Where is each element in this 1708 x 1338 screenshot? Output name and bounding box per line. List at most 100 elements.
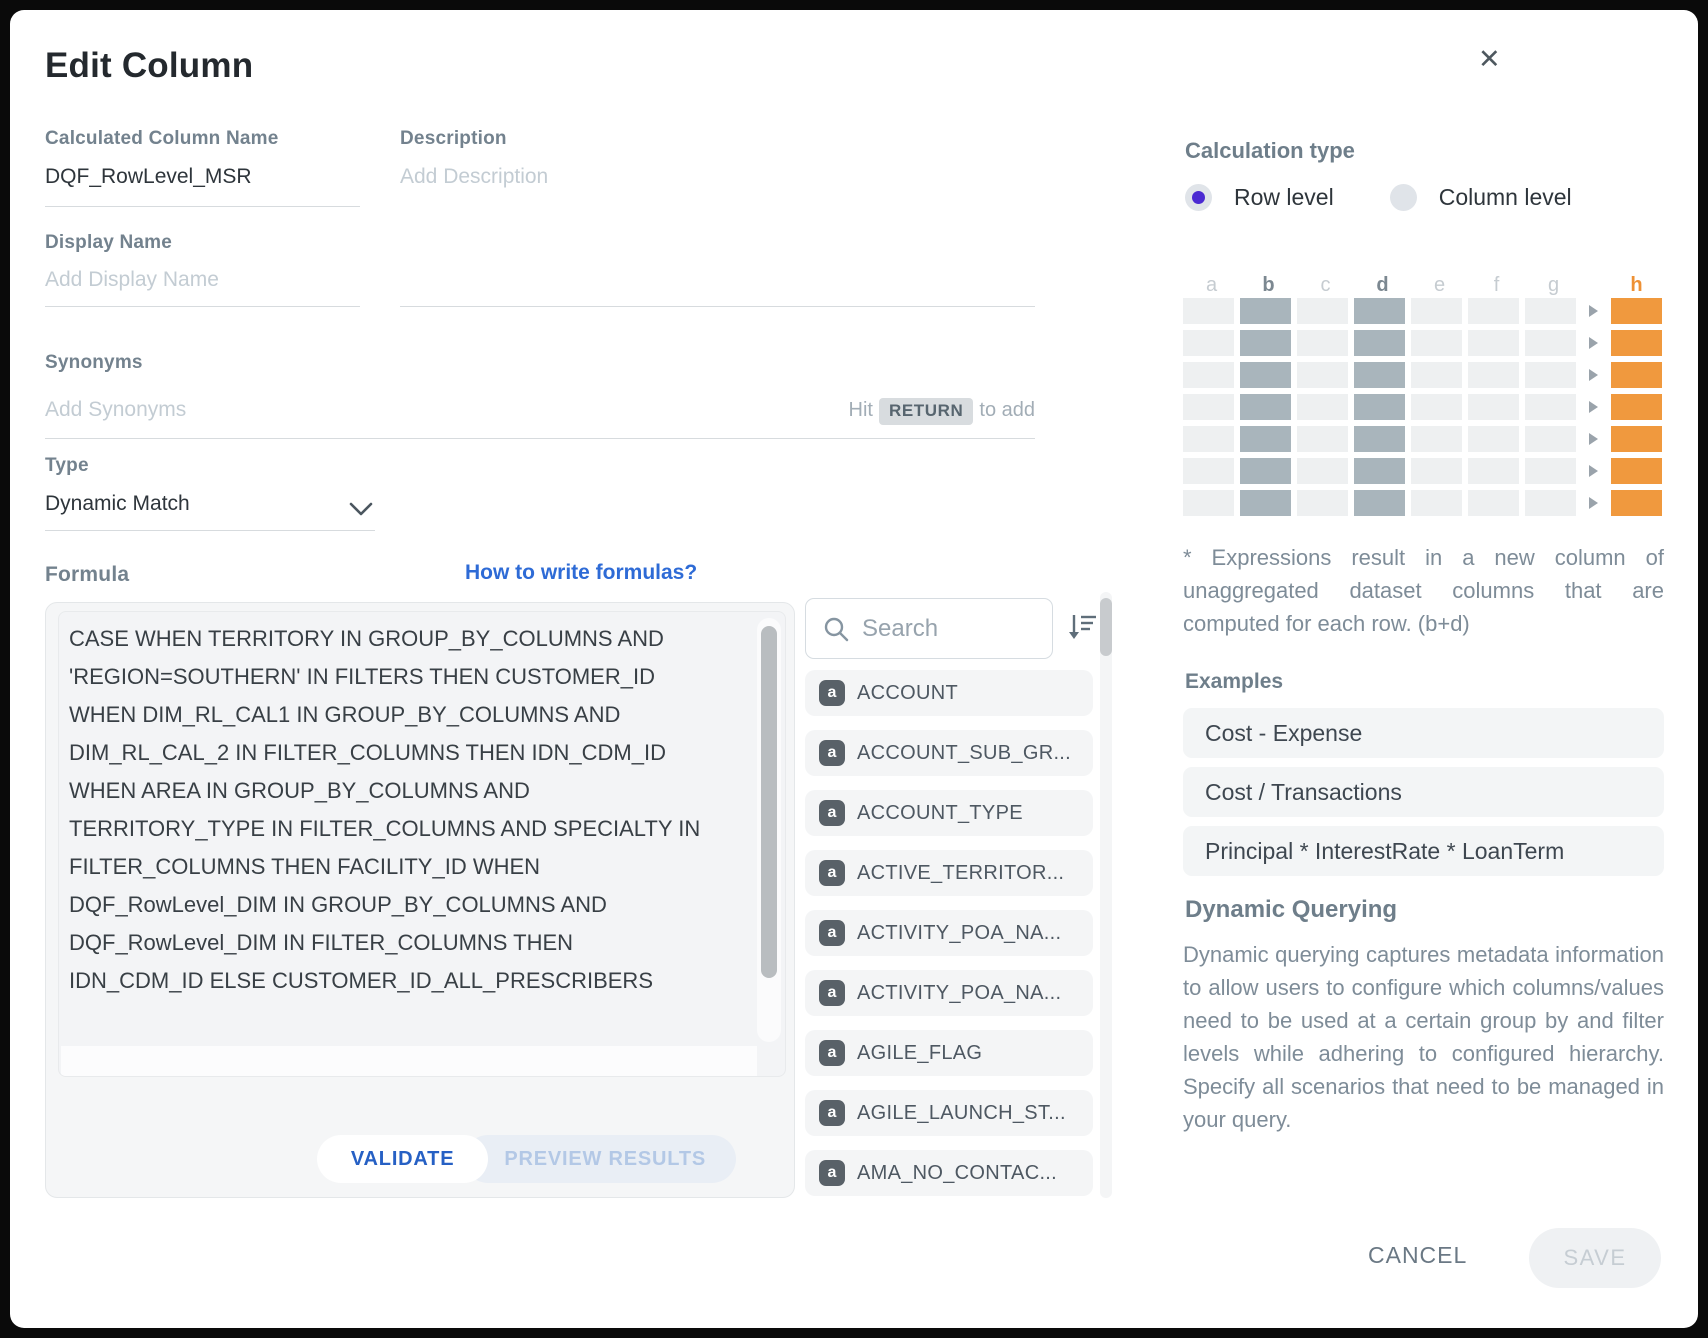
attribute-icon: a bbox=[819, 920, 845, 946]
synonyms-hint: HitRETURNto add bbox=[45, 398, 1035, 425]
radio-column-level[interactable] bbox=[1390, 184, 1417, 211]
grid-cell bbox=[1240, 298, 1291, 324]
grid-cell bbox=[1297, 330, 1348, 356]
grid-cell bbox=[1240, 330, 1291, 356]
validate-button[interactable]: VALIDATE bbox=[317, 1135, 488, 1183]
row-level-note: * Expressions result in a new column of … bbox=[1183, 541, 1664, 640]
grid-cell bbox=[1297, 490, 1348, 516]
list-item-label: ACTIVE_TERRITOR... bbox=[857, 862, 1064, 885]
grid-row bbox=[1183, 330, 1662, 356]
list-item[interactable]: aACCOUNT bbox=[805, 670, 1093, 716]
close-icon[interactable]: ✕ bbox=[1478, 46, 1501, 73]
grid-letter: g bbox=[1525, 274, 1582, 297]
grid-letter: a bbox=[1183, 274, 1240, 297]
grid-cell bbox=[1354, 362, 1405, 388]
list-item-label: AMA_NO_CONTAC... bbox=[857, 1162, 1057, 1185]
grid-cell bbox=[1297, 394, 1348, 420]
attribute-icon: a bbox=[819, 800, 845, 826]
grid-cell bbox=[1525, 362, 1576, 388]
grid-cell bbox=[1297, 426, 1348, 452]
grid-cell bbox=[1183, 426, 1234, 452]
grid-letter-result: h bbox=[1611, 274, 1662, 297]
grid-column-letters: a b c d e f g h bbox=[1183, 272, 1662, 298]
formula-panel: CASE WHEN TERRITORY IN GROUP_BY_COLUMNS … bbox=[45, 602, 795, 1198]
row-arrow-icon bbox=[1582, 337, 1605, 349]
return-key-badge: RETURN bbox=[879, 398, 973, 425]
grid-cell bbox=[1525, 394, 1576, 420]
list-item[interactable]: a ACCOUNT_SUB_GR... bbox=[805, 730, 1093, 776]
chevron-down-icon[interactable] bbox=[348, 499, 374, 519]
list-item[interactable]: aACCOUNT_TYPE bbox=[805, 790, 1093, 836]
synonyms-label: Synonyms bbox=[45, 352, 143, 374]
grid-letter: d bbox=[1354, 274, 1411, 297]
grid-cell bbox=[1411, 330, 1462, 356]
formula-editor[interactable]: CASE WHEN TERRITORY IN GROUP_BY_COLUMNS … bbox=[58, 611, 786, 1077]
type-select[interactable]: Dynamic Match bbox=[45, 492, 190, 516]
column-list-scrollbar-track[interactable] bbox=[1100, 592, 1112, 1198]
calculated-column-name-label: Calculated Column Name bbox=[45, 128, 279, 150]
list-item[interactable]: aAGILE_LAUNCH_ST... bbox=[805, 1090, 1093, 1136]
grid-cell bbox=[1297, 362, 1348, 388]
row-arrow-icon bbox=[1582, 465, 1605, 477]
grid-cell bbox=[1240, 490, 1291, 516]
examples-heading: Examples bbox=[1185, 670, 1283, 694]
list-item[interactable]: aACTIVE_TERRITOR... bbox=[805, 850, 1093, 896]
formula-label: Formula bbox=[45, 563, 129, 587]
grid-cell bbox=[1468, 490, 1519, 516]
sort-icon[interactable] bbox=[1065, 610, 1099, 644]
grid-cell-result bbox=[1611, 298, 1662, 324]
grid-cell bbox=[1411, 394, 1462, 420]
description-input[interactable]: Add Description bbox=[400, 165, 548, 189]
preview-results-button[interactable]: PREVIEW RESULTS bbox=[464, 1135, 736, 1183]
column-list: aACCOUNT a ACCOUNT_SUB_GR... aACCOUNT_TYP… bbox=[805, 670, 1093, 1210]
radio-row-level[interactable] bbox=[1185, 184, 1212, 211]
row-arrow-icon bbox=[1582, 497, 1605, 509]
grid-row bbox=[1183, 426, 1662, 452]
grid-cell bbox=[1240, 458, 1291, 484]
row-arrow-icon bbox=[1582, 433, 1605, 445]
grid-cell bbox=[1183, 298, 1234, 324]
grid-cell bbox=[1468, 298, 1519, 324]
display-name-input[interactable]: Add Display Name bbox=[45, 268, 219, 292]
list-item-label: ACCOUNT_SUB_GR... bbox=[857, 742, 1071, 765]
display-name-underline bbox=[45, 306, 360, 307]
grid-cell bbox=[1354, 458, 1405, 484]
calculated-column-name-input[interactable]: DQF_RowLevel_MSR bbox=[45, 165, 252, 189]
formula-hscrollbar[interactable] bbox=[61, 1046, 757, 1076]
grid-letter: b bbox=[1240, 274, 1297, 297]
search-box[interactable] bbox=[805, 598, 1053, 659]
list-item-label: ACTIVITY_POA_NA... bbox=[857, 982, 1061, 1005]
grid-cell bbox=[1468, 362, 1519, 388]
grid-row bbox=[1183, 458, 1662, 484]
cancel-button[interactable]: CANCEL bbox=[1368, 1242, 1467, 1269]
grid-cell bbox=[1240, 362, 1291, 388]
list-item[interactable]: aACTIVITY_POA_NA... bbox=[805, 910, 1093, 956]
grid-cell bbox=[1525, 330, 1576, 356]
grid-row bbox=[1183, 394, 1662, 420]
dynamic-querying-heading: Dynamic Querying bbox=[1185, 896, 1397, 924]
edit-column-modal: Edit Column ✕ Calculated Column Name DQF… bbox=[10, 10, 1698, 1328]
list-item[interactable]: aAGILE_FLAG bbox=[805, 1030, 1093, 1076]
attribute-icon: a bbox=[819, 980, 845, 1006]
grid-cell bbox=[1240, 394, 1291, 420]
attribute-icon: a bbox=[819, 740, 845, 766]
grid-cell bbox=[1183, 490, 1234, 516]
save-button[interactable]: SAVE bbox=[1529, 1228, 1661, 1288]
type-label: Type bbox=[45, 455, 89, 477]
grid-cell bbox=[1525, 458, 1576, 484]
search-icon bbox=[822, 615, 850, 643]
description-label: Description bbox=[400, 128, 507, 150]
grid-cell-result bbox=[1611, 458, 1662, 484]
list-item[interactable]: aAMA_NO_CONTAC... bbox=[805, 1150, 1093, 1196]
grid-cell-result bbox=[1611, 490, 1662, 516]
formula-help-link[interactable]: How to write formulas? bbox=[465, 561, 697, 585]
column-list-scrollbar-thumb[interactable] bbox=[1100, 598, 1112, 656]
list-item[interactable]: a ACTIVITY_POA_NA... bbox=[805, 970, 1093, 1016]
attribute-icon: a bbox=[819, 680, 845, 706]
grid-cell bbox=[1297, 298, 1348, 324]
example-item: Cost / Transactions bbox=[1183, 767, 1664, 817]
search-input[interactable] bbox=[862, 615, 1032, 643]
grid-cell bbox=[1183, 330, 1234, 356]
synonyms-underline bbox=[45, 438, 1035, 439]
formula-scrollbar-thumb[interactable] bbox=[761, 626, 777, 978]
